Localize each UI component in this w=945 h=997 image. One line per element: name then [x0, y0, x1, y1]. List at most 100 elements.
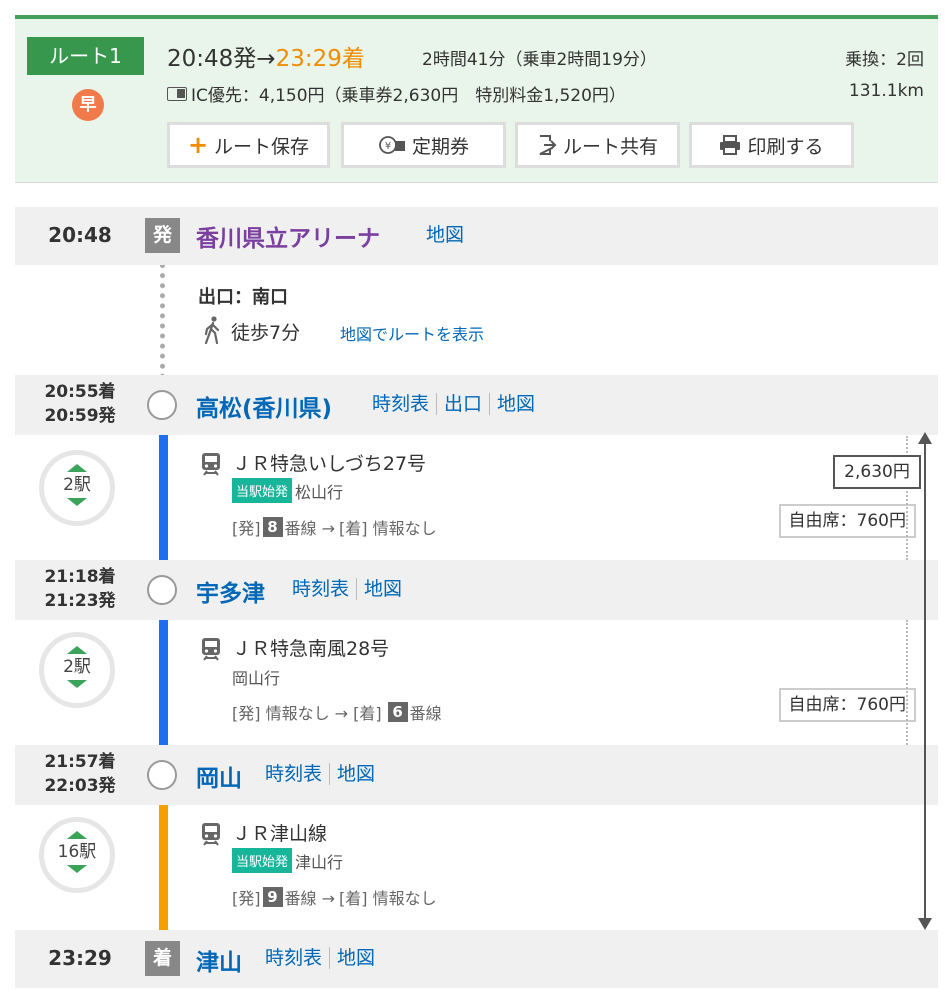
- transfer-count: 乗換：2回: [845, 50, 924, 70]
- destination: 当駅始発 松山行: [232, 478, 343, 503]
- exit-link[interactable]: 出口: [437, 393, 491, 415]
- arrival-time: 21:57着: [44, 752, 116, 772]
- destination-text: 岡山行: [232, 669, 281, 688]
- station-time: 20:48: [48, 223, 112, 247]
- save-route-button[interactable]: + ルート保存: [167, 122, 330, 168]
- arrival-time: 23:29着: [275, 46, 365, 72]
- station-marker: [147, 575, 177, 605]
- save-route-label: ルート保存: [214, 135, 310, 158]
- map-link[interactable]: 地図: [330, 947, 382, 969]
- chevron-down-icon: [67, 680, 87, 688]
- chevron-up-icon: [67, 646, 87, 654]
- destination: 岡山行: [232, 665, 280, 689]
- arrival-marker: 着: [145, 941, 180, 976]
- station-name[interactable]: 津山: [196, 943, 242, 977]
- station-links: 時刻表 地図: [292, 578, 409, 600]
- destination-text: 津山行: [295, 852, 344, 872]
- train-icon: [202, 638, 220, 661]
- stops-toggle[interactable]: 2駅: [39, 632, 115, 708]
- train-name[interactable]: ＪＲ特急いしづち27号: [232, 449, 426, 476]
- walking-icon: [204, 316, 220, 344]
- stops-toggle[interactable]: 16駅: [39, 817, 115, 893]
- print-button[interactable]: 印刷する: [689, 122, 854, 168]
- train-name[interactable]: ＪＲ津山線: [232, 819, 327, 846]
- commuter-pass-button[interactable]: ¥ 定期券: [341, 122, 506, 168]
- platform-number: 6: [387, 702, 408, 722]
- station-links: 時刻表 地図: [265, 947, 382, 969]
- route-label: ルート1: [27, 37, 144, 75]
- leg-tsuyama-line: 16駅 ＪＲ津山線 当駅始発 津山行 [発] 9 番線 → [着] 情報なし: [15, 805, 938, 930]
- map-link[interactable]: 地図: [426, 224, 471, 246]
- platform-arr-text: [着] 情報なし: [339, 519, 437, 538]
- chevron-up-icon: [67, 831, 87, 839]
- walk-route-map-link[interactable]: 地図でルートを表示: [340, 321, 484, 345]
- fare-text: IC優先：4,150円（乗車券2,630円 特別料金1,520円）: [191, 86, 626, 106]
- departure-time: 21:23発: [44, 591, 116, 611]
- printer-icon: [720, 135, 741, 155]
- walk-section: 出口：南口 徒歩7分 地図でルートを表示: [15, 265, 938, 375]
- platform-number: 8: [262, 517, 283, 537]
- map-link[interactable]: 地図: [357, 578, 409, 600]
- platform-arr-text: [着] 情報なし: [339, 889, 437, 908]
- platform-dep-label: [発]: [232, 889, 261, 908]
- station-links: 時刻表 地図: [265, 763, 382, 785]
- fare-divider: [906, 620, 908, 745]
- svg-text:¥: ¥: [385, 141, 391, 152]
- station-times: 20:55着 20:59発: [15, 380, 145, 428]
- station-marker: [147, 390, 177, 420]
- total-duration: 2時間41分（乗車2時間19分）: [422, 50, 657, 70]
- platform-dep-suffix: 番線 →: [284, 519, 336, 538]
- share-route-button[interactable]: ルート共有: [515, 122, 680, 168]
- stops-toggle[interactable]: 2駅: [39, 450, 115, 526]
- platform-number: 9: [262, 887, 283, 907]
- stops-count: 16駅: [57, 842, 97, 862]
- origin-badge: 当駅始発: [232, 848, 293, 873]
- station-marker: [147, 760, 177, 790]
- distance: 131.1km: [848, 81, 924, 101]
- departure-marker: 発: [145, 218, 180, 253]
- platform-info: [発] 8 番線 → [着] 情報なし: [232, 515, 437, 539]
- platform-dep-suffix: 番線 →: [284, 889, 336, 908]
- chevron-down-icon: [67, 498, 87, 506]
- share-route-label: ルート共有: [562, 135, 658, 158]
- fastest-icon: 早: [72, 89, 104, 121]
- timetable-link[interactable]: 時刻表: [292, 578, 358, 600]
- station-name[interactable]: 高松(香川県): [196, 389, 332, 423]
- platform-info: [発] 9 番線 → [着] 情報なし: [232, 885, 437, 909]
- station-times: 21:18着 21:23発: [15, 565, 145, 613]
- destination-text: 松山行: [295, 482, 344, 502]
- station-name[interactable]: 宇多津: [196, 574, 265, 608]
- station-name[interactable]: 岡山: [196, 759, 242, 793]
- map-link[interactable]: 地図: [490, 393, 542, 415]
- summary-time: 20:48発→23:29着: [167, 39, 365, 73]
- platform-dep-text: [発] 情報なし → [着]: [232, 704, 382, 723]
- map-link[interactable]: 地図: [330, 763, 382, 785]
- train-icon: [202, 823, 220, 846]
- station-links: 地図: [426, 224, 471, 246]
- leg-nanpu: 2駅 ＪＲ特急南風28号 岡山行 [発] 情報なし → [着] 6 番線 自由席…: [15, 620, 938, 745]
- timetable-link[interactable]: 時刻表: [265, 763, 331, 785]
- route-summary: ルート1 早 20:48発→23:29着 2時間41分（乗車2時間19分） 乗換…: [15, 15, 938, 183]
- seat-fare: 自由席：760円: [778, 504, 916, 538]
- stops-count: 2駅: [63, 657, 91, 677]
- station-links: 時刻表 出口 地図: [372, 393, 542, 415]
- platform-info: [発] 情報なし → [着] 6 番線: [232, 700, 442, 724]
- train-name[interactable]: ＪＲ特急南風28号: [232, 634, 389, 661]
- walk-duration: 徒歩7分: [231, 322, 301, 344]
- chevron-down-icon: [67, 865, 87, 873]
- departure-time: 20:48発→: [167, 46, 276, 72]
- plus-icon: +: [187, 131, 209, 159]
- station-times: 21:57着 22:03発: [15, 750, 145, 798]
- fare-range-arrow: [918, 432, 932, 930]
- stops-count: 2駅: [63, 475, 91, 495]
- share-icon: [539, 135, 557, 155]
- arrival-time: 21:18着: [44, 567, 116, 587]
- commuter-pass-icon: ¥: [379, 136, 405, 154]
- ic-card-icon: [167, 86, 187, 101]
- timetable-link[interactable]: 時刻表: [372, 393, 438, 415]
- platform-arr-suffix: 番線: [409, 704, 442, 723]
- station-name: 香川県立アリーナ: [196, 226, 380, 252]
- timetable-link[interactable]: 時刻表: [265, 947, 331, 969]
- train-icon: [202, 453, 220, 476]
- arrival-time: 20:55着: [44, 382, 116, 402]
